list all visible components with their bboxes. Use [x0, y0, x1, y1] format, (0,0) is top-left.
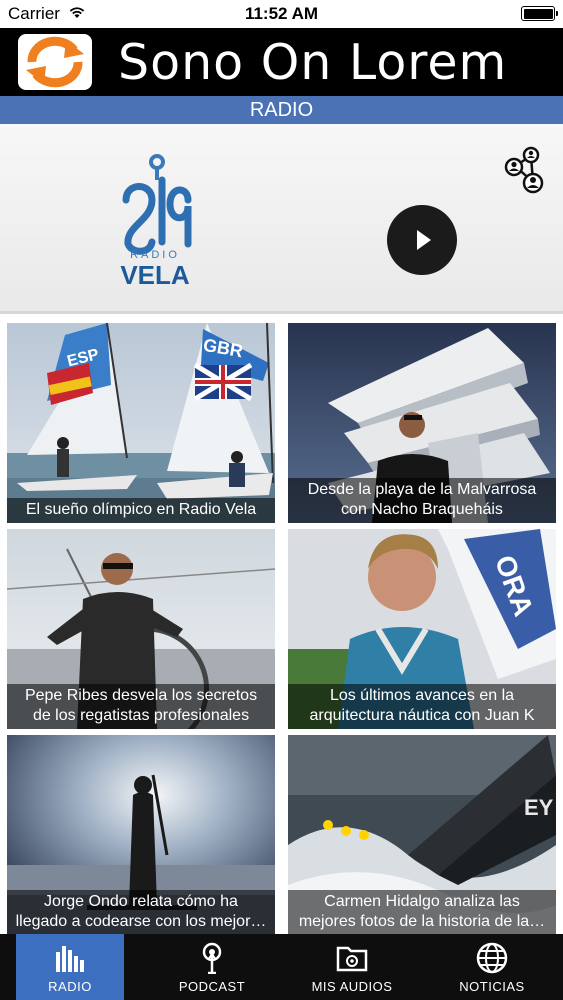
folder-audio-icon — [336, 946, 368, 972]
station-logo-line2: VELA — [120, 260, 190, 290]
tab-label: RADIO — [48, 979, 92, 994]
tab-mis-audios[interactable]: MIS AUDIOS — [298, 934, 406, 1000]
grid-card[interactable]: Pepe Ribes desvela los secretos de los r… — [7, 529, 275, 729]
tab-noticias[interactable]: NOTICIAS — [438, 934, 546, 1000]
card-caption-line1: Pepe Ribes desvela los secretos — [24, 687, 258, 704]
play-button[interactable] — [387, 205, 457, 275]
card-caption-line2: con Nacho Braqueháis — [341, 501, 503, 518]
svg-text:EY: EY — [524, 795, 554, 820]
card-caption-line1: Carmen Hidalgo analiza las — [324, 893, 520, 910]
card-caption: Jorge Ondo relata cómo ha llegado a code… — [7, 890, 275, 935]
status-bar: Carrier 11:52 AM — [0, 0, 563, 28]
equalizer-icon — [56, 946, 84, 972]
tab-label: PODCAST — [178, 979, 246, 994]
tab-label: MIS AUDIOS — [311, 979, 393, 994]
refresh-icon[interactable] — [16, 32, 94, 92]
battery-icon — [521, 6, 558, 21]
card-caption-line2: mejores fotos de la historia de la… — [298, 913, 546, 930]
app-title: Sono On Lorem — [118, 34, 508, 91]
status-time: 11:52 AM — [244, 4, 319, 23]
grid-card[interactable]: EY Carmen Hidalgo analiza las mejores fo… — [288, 735, 556, 935]
card-caption: Desde la playa de la Malvarrosa con Nach… — [288, 478, 556, 523]
card-caption-line1: Desde la playa de la Malvarrosa — [307, 481, 537, 498]
card-caption-line1: Los últimos avances en la — [329, 687, 515, 704]
play-icon — [417, 230, 431, 250]
grid-card[interactable]: ORA Los últimos avances en la arquitectu… — [288, 529, 556, 729]
card-photo-sailing: ESP GBR — [7, 323, 275, 523]
app-header: Sono On Lorem — [0, 28, 563, 96]
grid-card[interactable]: ESP GBR El sueño olímpico en Radio Vela — [7, 323, 275, 523]
card-caption: Los últimos avances en la arquitectura n… — [288, 684, 556, 729]
tab-bar: RADIO PODCAST MIS AUDIOS NOTICIAS — [0, 934, 563, 1000]
card-caption-line1: Jorge Ondo relata cómo ha — [44, 893, 238, 910]
card-caption: El sueño olímpico en Radio Vela — [7, 498, 275, 523]
card-caption: Carmen Hidalgo analiza las mejores fotos… — [288, 890, 556, 935]
card-caption: Pepe Ribes desvela los secretos de los r… — [7, 684, 275, 729]
globe-icon — [476, 942, 508, 974]
tab-podcast[interactable]: PODCAST — [158, 934, 266, 1000]
grid-card[interactable]: Jorge Ondo relata cómo ha llegado a code… — [7, 735, 275, 935]
podcast-antenna-icon — [202, 942, 222, 974]
section-title: RADIO — [0, 96, 563, 124]
content-grid: ESP GBR El sueño olímpico en Radio Vela — [0, 318, 563, 935]
grid-card[interactable]: Desde la playa de la Malvarrosa con Nach… — [288, 323, 556, 523]
tab-label: NOTICIAS — [459, 979, 525, 994]
card-caption-line2: llegado a codearse con los mejor… — [15, 913, 267, 930]
radio-player: RADIO VELA — [0, 124, 563, 314]
card-caption-line2: de los regatistas profesionales — [32, 707, 250, 724]
card-caption-line2: arquitectura náutica con Juan K — [309, 707, 535, 724]
card-caption-line1: El sueño olímpico en Radio Vela — [25, 501, 257, 518]
share-network-icon[interactable] — [503, 146, 547, 196]
tab-radio[interactable]: RADIO — [16, 934, 124, 1000]
